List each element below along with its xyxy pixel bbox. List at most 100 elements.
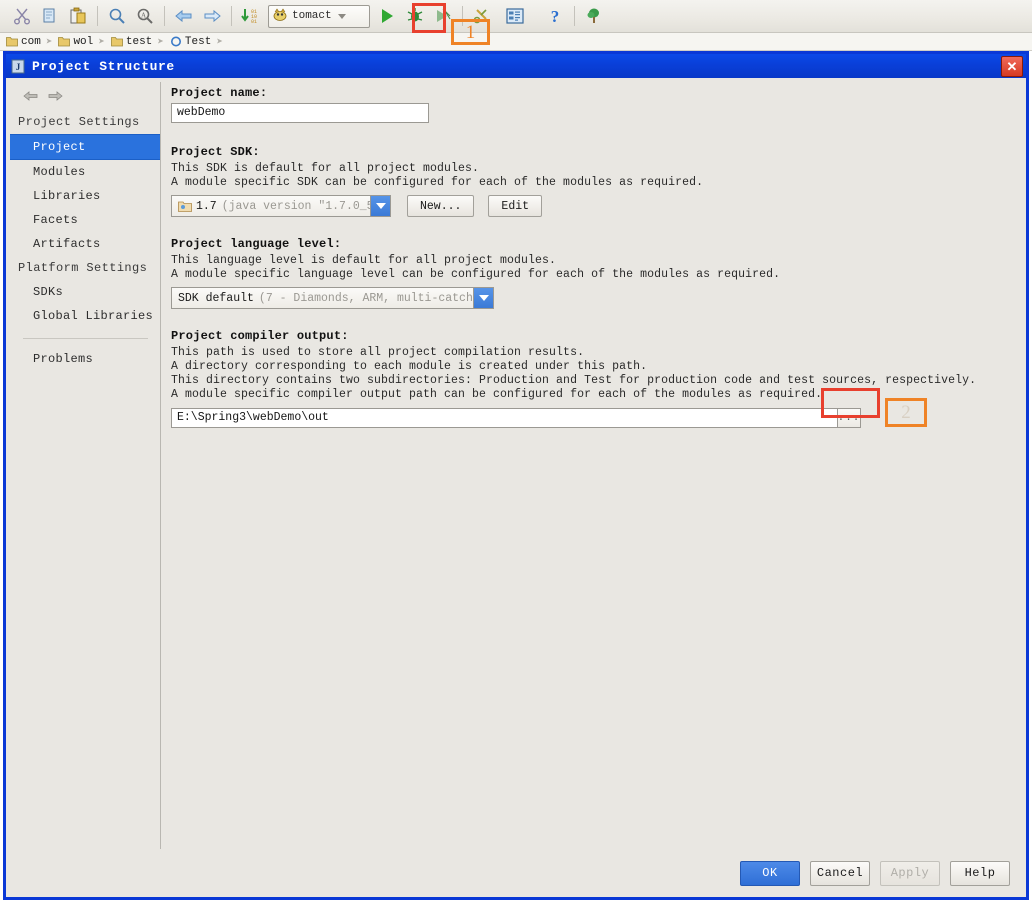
breadcrumb-item-wol[interactable]: wol ➤ [58,35,108,49]
sidebar-group-project-settings: Project Settings [18,115,140,129]
project-sdk-desc-2: A module specific SDK can be configured … [171,176,704,189]
paste-icon[interactable] [65,4,91,28]
edit-sdk-button[interactable]: Edit [488,195,543,217]
sidebar-item-global-libraries[interactable]: Global Libraries [11,304,160,328]
compiler-output-path-input[interactable]: E:\Spring3\webDemo\out [171,408,823,428]
svg-text:A: A [141,12,146,20]
svg-text:J: J [16,62,21,72]
project-sdk-label: Project SDK: [171,145,260,159]
folder-icon [110,36,123,47]
breadcrumb-label: test [125,35,153,48]
language-level-combo[interactable]: SDK default (7 - Diamonds, ARM, multi-ca… [171,287,494,309]
idea-module-icon: J [11,59,25,74]
sidebar-navigation [11,82,160,110]
help-question-icon[interactable]: ? [542,4,568,28]
toolbar-separator [574,6,575,26]
folder-icon [58,36,71,47]
debug-button[interactable] [402,4,428,28]
chevron-right-icon: ➤ [157,36,164,49]
run-config-label: tomact [292,10,332,22]
toolbar-separator [231,6,232,26]
language-level-combo-text: SDK default (7 - Diamonds, ARM, multi-ca… [172,292,473,305]
project-name-input[interactable]: webDemo [171,103,429,123]
folder-icon [6,36,18,47]
sidebar-item-artifacts[interactable]: Artifacts [11,232,160,256]
sidebar-item-problems[interactable]: Problems [11,347,160,371]
replace-search-icon[interactable]: A [132,4,158,28]
tomcat-icon [273,8,287,21]
svg-text:01: 01 [251,19,257,25]
dialog-body: Project Settings Project Modules Librari… [6,78,1026,897]
back-icon[interactable] [171,4,197,28]
breadcrumb-label: wol [73,35,94,48]
svg-text:?: ? [551,7,560,25]
breadcrumb-item-Test[interactable]: Test ➤ [170,35,227,49]
toolbar-separator [97,6,98,26]
project-structure-icon[interactable] [502,4,528,28]
class-icon [170,36,182,47]
dialog-titlebar[interactable]: J Project Structure ✕ [6,54,1026,78]
language-level-desc-1: This language level is default for all p… [171,254,557,267]
run-button[interactable] [374,4,400,28]
run-with-coverage-button[interactable] [430,4,456,28]
help-button[interactable]: Help [950,860,1010,886]
cancel-button[interactable]: Cancel [810,860,870,886]
breadcrumb-label: com [21,35,41,48]
compiler-output-desc-3: This directory contains two subdirectori… [171,374,977,387]
project-sdk-combo[interactable]: 1.7 (java version "1.7.0_55") [171,195,391,217]
nav-back-arrow-icon[interactable] [19,85,43,107]
sidebar-item-modules[interactable]: Modules [11,160,160,184]
project-name-label: Project name: [171,86,268,100]
cut-icon[interactable] [9,4,35,28]
chevron-right-icon: ➤ [216,36,223,49]
compiler-output-desc-1: This path is used to store all project c… [171,346,585,359]
chevron-right-icon: ➤ [45,36,53,49]
language-level-value: SDK default [178,291,254,305]
chevron-down-icon[interactable] [337,13,346,19]
sidebar-item-sdks[interactable]: SDKs [11,280,160,304]
sidebar-item-project[interactable]: Project [10,134,160,160]
project-settings-panel: Project name: webDemo Project SDK: This … [162,82,1022,872]
forward-icon[interactable] [199,4,225,28]
chevron-right-icon: ➤ [98,36,105,49]
ok-button[interactable]: OK [740,860,800,886]
breadcrumb-label: Test [184,35,212,48]
breadcrumb: com ➤ wol ➤ test ➤ Test ➤ [0,33,1032,51]
new-sdk-button[interactable]: New... [407,195,475,217]
dialog-title: Project Structure [32,58,175,74]
nav-forward-arrow-icon[interactable] [43,85,67,107]
run-configuration-selector[interactable]: tomact [268,4,370,28]
close-icon[interactable]: ✕ [1001,56,1023,77]
output-path-spacer [823,408,837,428]
browse-folder-button[interactable]: ... [837,408,861,428]
attach-profiler-icon[interactable] [469,4,495,28]
chevron-down-icon[interactable] [370,196,390,216]
project-sdk-detail: (java version "1.7.0_55") [221,199,370,213]
update-project-icon[interactable]: 01 10 01 [238,4,264,28]
copy-icon[interactable] [37,4,63,28]
compiler-output-desc-2: A directory corresponding to each module… [171,360,648,373]
language-level-label: Project language level: [171,237,342,251]
compiler-output-desc-4: A module specific compiler output path c… [171,388,823,401]
ide-toolbar: A 01 10 01 tomact ? [0,0,1032,33]
toolbar-separator [462,6,463,26]
sidebar-item-facets[interactable]: Facets [11,208,160,232]
project-sdk-combo-text: 1.7 (java version "1.7.0_55") [172,200,370,213]
project-sdk-desc-1: This SDK is default for all project modu… [171,162,480,175]
language-level-detail: (7 - Diamonds, ARM, multi-catch etc.) [258,291,473,305]
breadcrumb-item-com[interactable]: com ➤ [6,35,56,49]
settings-sidebar: Project Settings Project Modules Librari… [10,82,161,872]
compiler-output-path-row: E:\Spring3\webDemo\out ... [171,408,861,428]
project-structure-dialog: J Project Structure ✕ Project Settings P… [3,51,1029,900]
dialog-footer: OK Cancel Apply Help [6,849,1026,897]
vcs-tree-icon[interactable] [581,4,607,28]
breadcrumb-item-test[interactable]: test ➤ [110,35,168,49]
sidebar-group-platform-settings: Platform Settings [18,261,148,275]
apply-button: Apply [880,860,940,886]
jdk-folder-icon [178,200,192,212]
project-sdk-value: 1.7 [196,199,217,213]
language-level-desc-2: A module specific language level can be … [171,268,781,281]
chevron-down-icon[interactable] [473,288,493,308]
sidebar-item-libraries[interactable]: Libraries [11,184,160,208]
search-icon[interactable] [104,4,130,28]
